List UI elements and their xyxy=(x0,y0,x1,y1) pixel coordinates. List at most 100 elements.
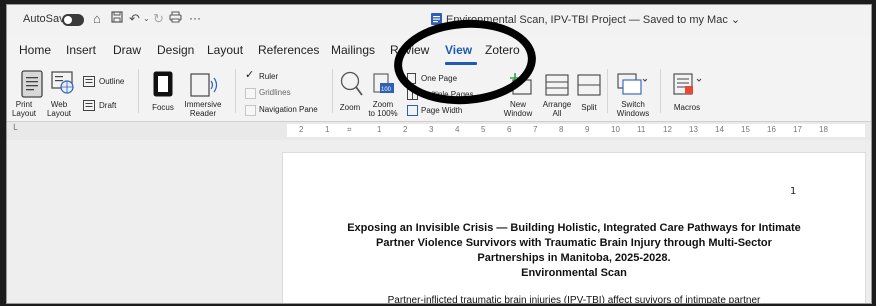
ruler-tick-label: 15 xyxy=(741,125,750,134)
section-heading: Environmental Scan xyxy=(521,267,627,279)
zoom-button[interactable] xyxy=(340,71,364,97)
web-layout-button[interactable] xyxy=(51,71,75,95)
tab-design[interactable]: Design xyxy=(157,43,194,57)
ruler-tick-label: 3 xyxy=(429,125,434,134)
ruler-tick-label: 11 xyxy=(637,125,646,134)
tab-references[interactable]: References xyxy=(258,43,319,57)
ruler-tick-label: 14 xyxy=(715,125,724,134)
ruler-tick-label: 4 xyxy=(455,125,460,134)
switch-windows-label: Switch Windows xyxy=(616,100,650,118)
ruler-tick-label: 7 xyxy=(533,125,538,134)
split-button[interactable] xyxy=(577,74,601,96)
page-width-icon[interactable] xyxy=(407,105,418,116)
ruler-indent-marker[interactable]: ⌗ xyxy=(347,125,352,135)
print-layout-label: Print Layout xyxy=(11,100,37,118)
immersive-reader-button[interactable] xyxy=(190,73,218,97)
horizontal-ruler[interactable]: └ 2 1 ⌗ 1 2 3 4 5 6 7 8 9 10 11 12 13 14… xyxy=(7,121,871,141)
save-icon[interactable] xyxy=(111,11,123,23)
navigation-pane-checkbox[interactable] xyxy=(245,105,256,116)
ruler-tick-label: 13 xyxy=(689,125,698,134)
new-window-button[interactable] xyxy=(507,71,533,97)
new-window-label: New Window xyxy=(503,100,533,118)
ruler-tick-label: 17 xyxy=(793,125,802,134)
word-doc-icon xyxy=(430,12,443,26)
zoom-to-100-label: Zoom to 100% xyxy=(368,100,398,118)
multiple-pages-icon[interactable] xyxy=(407,89,418,100)
immersive-reader-label: Immersive Reader xyxy=(184,100,222,118)
multiple-pages-button[interactable]: Multiple Pages xyxy=(421,90,473,100)
title-line: Exposing an Invisible Crisis — Building … xyxy=(347,222,801,234)
ribbon-divider xyxy=(660,69,661,113)
tab-insert[interactable]: Insert xyxy=(66,43,96,57)
tab-draw[interactable]: Draw xyxy=(113,43,141,57)
print-icon[interactable] xyxy=(169,11,182,23)
ribbon-tabs: Home Insert Draw Design Layout Reference… xyxy=(7,43,871,63)
tab-review[interactable]: Review xyxy=(390,43,429,57)
ruler-tick-label: 8 xyxy=(559,125,564,134)
focus-label: Focus xyxy=(152,103,174,112)
macros-button[interactable] xyxy=(673,73,703,97)
arrange-all-button[interactable] xyxy=(545,74,569,96)
ruler-tick-label: 12 xyxy=(663,125,672,134)
navigation-pane-label: Navigation Pane xyxy=(259,105,318,114)
home-icon[interactable]: ⌂ xyxy=(93,11,101,27)
gridlines-label: Gridlines xyxy=(259,88,291,97)
gridlines-checkbox[interactable] xyxy=(245,88,256,99)
ribbon-divider xyxy=(332,69,333,113)
ruler-label: Ruler xyxy=(259,72,279,81)
ruler-tick-label: 2 xyxy=(403,125,408,134)
draft-button[interactable]: Draft xyxy=(99,101,116,111)
document-title[interactable]: Environmental Scan, IPV-TBI Project — Sa… xyxy=(446,13,740,26)
tab-home[interactable]: Home xyxy=(19,43,51,57)
title-line: Partnerships in Manitoba, 2025-2028. xyxy=(477,252,671,264)
document-title-block: Exposing an Invisible Crisis — Building … xyxy=(283,221,865,281)
undo-dropdown-icon[interactable]: ⌄ xyxy=(143,11,150,27)
undo-icon[interactable]: ↶ xyxy=(129,11,140,27)
tab-layout[interactable]: Layout xyxy=(207,43,243,57)
ruler-tick-label: 2 xyxy=(299,125,304,134)
ruler-tick-label: 9 xyxy=(585,125,590,134)
view-ribbon: Print Layout Web Layout Outline Draft Focu… xyxy=(7,65,871,121)
redo-icon[interactable]: ↻ xyxy=(153,11,164,27)
outline-button[interactable]: Outline xyxy=(99,77,124,87)
outline-icon[interactable] xyxy=(83,76,95,87)
page-width-button[interactable]: Page Width xyxy=(421,106,462,116)
ribbon-divider xyxy=(138,69,139,113)
tab-stop-icon[interactable]: └ xyxy=(11,124,17,134)
zoom-label: Zoom xyxy=(339,103,361,112)
one-page-icon[interactable] xyxy=(407,73,416,84)
ruler-tick-label: 1 xyxy=(325,125,330,134)
tab-zotero[interactable]: Zotero xyxy=(485,43,520,57)
word-window: AutoSave ⌂ ↶ ⌄ ↻ ··· Environmental Scan,… xyxy=(6,4,872,304)
ruler-tick-label: 1 xyxy=(377,125,382,134)
more-options-icon[interactable]: ··· xyxy=(189,11,201,25)
one-page-button[interactable]: One Page xyxy=(421,74,457,84)
ribbon-divider xyxy=(607,69,608,113)
tab-view[interactable]: View xyxy=(445,43,472,57)
draft-icon[interactable] xyxy=(83,100,95,111)
ruler-tick-label: 18 xyxy=(819,125,828,134)
document-page[interactable]: 1 Exposing an Invisible Crisis — Buildin… xyxy=(282,152,866,304)
ruler-tick-label: 6 xyxy=(507,125,512,134)
print-layout-button[interactable] xyxy=(21,70,43,98)
body-paragraph: Partner-inflicted traumatic brain injuri… xyxy=(387,295,761,304)
web-layout-label: Web Layout xyxy=(46,100,72,118)
ruler-checkbox[interactable]: ✓ xyxy=(245,70,254,81)
split-label: Split xyxy=(581,103,597,112)
focus-button[interactable] xyxy=(153,71,173,97)
tab-mailings[interactable]: Mailings xyxy=(331,43,375,57)
switch-windows-button[interactable] xyxy=(617,73,647,97)
macros-label: Macros xyxy=(673,103,701,112)
arrange-all-label: Arrange All xyxy=(542,100,572,118)
title-line: Partner Violence Survivors with Traumati… xyxy=(376,237,772,249)
autosave-toggle[interactable] xyxy=(62,14,84,26)
zoom-100-badge: 100 xyxy=(381,87,392,93)
ruler-tick-label: 10 xyxy=(611,125,620,134)
ruler-tick-label: 5 xyxy=(481,125,486,134)
ruler-page-area xyxy=(287,124,865,137)
title-bar: AutoSave ⌂ ↶ ⌄ ↻ ··· Environmental Scan,… xyxy=(7,5,871,35)
document-canvas: 1 Exposing an Invisible Crisis — Buildin… xyxy=(7,140,871,303)
ruler-tick-label: 16 xyxy=(767,125,776,134)
page-number: 1 xyxy=(790,186,797,197)
ribbon-divider xyxy=(235,69,236,113)
